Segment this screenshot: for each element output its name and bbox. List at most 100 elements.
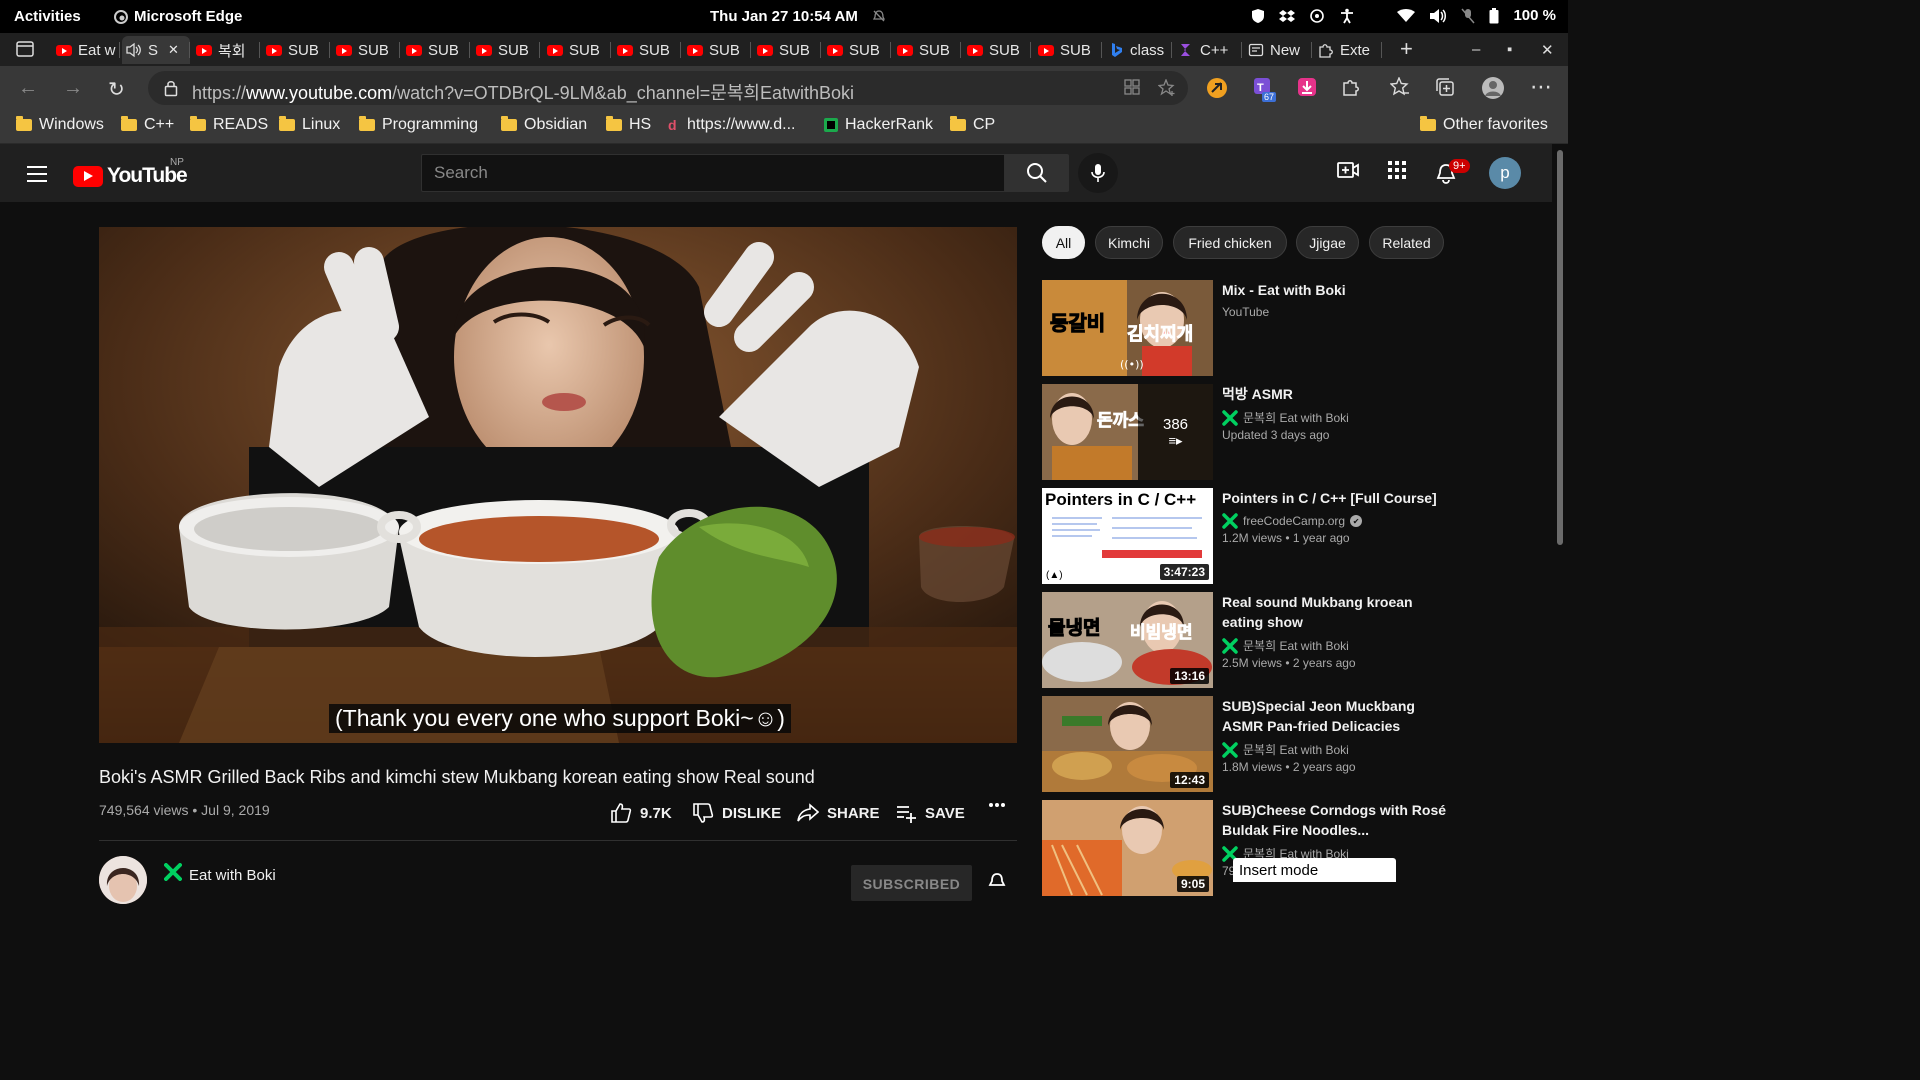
extension-notion[interactable]: T 67 (1253, 77, 1277, 102)
tab[interactable]: New (1244, 36, 1312, 64)
bookmark-item[interactable]: Obsidian (501, 116, 587, 134)
collections-icon[interactable] (1435, 77, 1455, 97)
close-window-button[interactable]: ✕ (1541, 41, 1554, 59)
minimize-button[interactable]: – (1472, 41, 1480, 58)
tab-actions-icon[interactable] (16, 41, 34, 57)
video-player[interactable] (99, 227, 1017, 743)
clock[interactable]: Thu Jan 27 10:54 AM (710, 8, 858, 25)
related-video-title[interactable]: Real sound Mukbang kroean eating show (1222, 592, 1452, 632)
tab[interactable]: 복회 (192, 36, 260, 64)
tab[interactable]: SUB (472, 36, 540, 64)
chip-jjigae[interactable]: Jjigae (1296, 226, 1359, 259)
close-tab-icon[interactable]: ✕ (168, 42, 179, 58)
bookmark-item[interactable]: C++ (121, 116, 174, 134)
like-button[interactable]: 9.7K (610, 802, 672, 824)
lock-icon[interactable] (164, 79, 178, 97)
video-thumbnail[interactable]: 등갈비 김치찌개 ((•)) (1042, 280, 1213, 376)
save-button[interactable]: SAVE (895, 802, 965, 824)
app-available-icon[interactable] (1124, 79, 1140, 95)
tab[interactable]: SUB (262, 36, 330, 64)
app-menu[interactable]: Microsoft Edge (114, 8, 242, 25)
chip-all[interactable]: All (1042, 226, 1085, 259)
notification-bell-small-icon[interactable] (988, 872, 1006, 892)
back-button[interactable]: ← (18, 77, 38, 100)
bookmark-item[interactable]: CP (950, 116, 995, 134)
tab[interactable]: SUB (963, 36, 1031, 64)
profile-icon[interactable] (1481, 76, 1505, 100)
dislike-button[interactable]: DISLIKE (692, 802, 781, 824)
related-video-title[interactable]: Pointers in C / C++ [Full Course] (1222, 488, 1452, 508)
bookmark-item[interactable]: READS (190, 116, 268, 134)
bookmark-item[interactable]: Windows (16, 116, 104, 134)
share-button[interactable]: SHARE (797, 802, 880, 824)
channel-name[interactable]: Eat with Boki (189, 867, 276, 884)
channel-row[interactable]: YouTube (1222, 305, 1452, 319)
other-favorites[interactable]: Other favorites (1420, 116, 1548, 134)
tab[interactable]: SUB (683, 36, 751, 64)
related-video-card[interactable]: 등갈비 김치찌개 ((•)) Mix - Eat with Boki YouTube (1042, 280, 1462, 376)
favorites-icon[interactable] (1390, 77, 1410, 97)
url-text[interactable]: https://www.youtube.com/watch?v=OTDBrQL-… (192, 79, 854, 105)
system-tray[interactable]: 100 % (1251, 7, 1556, 24)
channel-avatar[interactable] (99, 856, 147, 904)
extension-pink-icon[interactable] (1297, 77, 1317, 97)
tab[interactable]: SUB (613, 36, 681, 64)
tab[interactable]: SUB (753, 36, 821, 64)
related-video-title[interactable]: SUB)Special Jeon Muckbang ASMR Pan-fried… (1222, 696, 1452, 736)
extension-orange-icon[interactable] (1206, 77, 1228, 99)
related-video-title[interactable]: 먹방 ASMR (1222, 384, 1452, 404)
apps-grid-icon[interactable] (1388, 161, 1406, 179)
tab[interactable]: SUB (1034, 36, 1102, 64)
refresh-button[interactable]: ↻ (108, 77, 125, 102)
tab[interactable]: S ✕ (122, 36, 190, 64)
subscribe-button[interactable]: SUBSCRIBED (851, 865, 972, 901)
video-thumbnail[interactable]: 물냉면 비빔냉면 13:16 (1042, 592, 1213, 688)
tab[interactable]: SUB (332, 36, 400, 64)
video-thumbnail[interactable]: Pointers in C / C++ (▲) 3:47:23 (1042, 488, 1213, 584)
channel-row[interactable]: freeCodeCamp.org ✔ (1222, 513, 1452, 529)
tab[interactable]: class (1104, 36, 1172, 64)
bookmark-item[interactable]: Linux (279, 116, 340, 134)
bookmark-item[interactable]: Programming (359, 116, 478, 134)
video-thumbnail[interactable]: 12:43 (1042, 696, 1213, 792)
create-video-icon[interactable] (1337, 161, 1359, 179)
chip-fried-chicken[interactable]: Fried chicken (1173, 226, 1287, 259)
related-video-title[interactable]: SUB)Cheese Corndogs with Rosé Buldak Fir… (1222, 800, 1452, 840)
add-favorite-icon[interactable] (1158, 79, 1176, 97)
channel-row[interactable]: 문복희 Eat with Boki (1222, 741, 1452, 758)
search-button[interactable] (1005, 154, 1069, 192)
related-video-card[interactable]: Pointers in C / C++ (▲) 3:47:23 Pointers in… (1042, 488, 1462, 584)
chip-related[interactable]: Related (1369, 226, 1444, 259)
voice-search-button[interactable] (1078, 153, 1118, 193)
page-scrollbar[interactable] (1552, 144, 1568, 882)
tab[interactable]: SUB (402, 36, 470, 64)
account-avatar[interactable]: p (1489, 157, 1521, 189)
settings-and-more-button[interactable]: ⋯ (1530, 74, 1552, 100)
video-thumbnail[interactable]: 9:05 (1042, 800, 1213, 896)
tab[interactable]: Eat w (52, 36, 120, 64)
maximize-button[interactable]: ▪ (1507, 41, 1512, 58)
youtube-logo[interactable]: YouTube NP (73, 157, 188, 188)
bookmark-item[interactable]: d https://www.d... (668, 116, 795, 134)
forward-button[interactable]: → (63, 77, 83, 100)
bookmark-item[interactable]: HS (606, 116, 651, 134)
more-actions-button[interactable] (988, 802, 1006, 808)
bookmark-item[interactable]: HackerRank (824, 116, 933, 134)
search-box[interactable] (421, 154, 1005, 192)
extensions-puzzle-icon[interactable] (1341, 77, 1361, 97)
tab[interactable]: SUB (893, 36, 961, 64)
activities-button[interactable]: Activities (14, 8, 81, 25)
related-video-card[interactable]: 돈까스 386 ≡▸ 먹방 ASMR 문복희 Eat with Boki Updated … (1042, 384, 1462, 480)
related-video-title[interactable]: Mix - Eat with Boki (1222, 280, 1452, 300)
channel-row[interactable]: 문복희 Eat with Boki (1222, 409, 1452, 426)
related-video-card[interactable]: 12:43 SUB)Special Jeon Muckbang ASMR Pan-… (1042, 696, 1462, 792)
video-thumbnail[interactable]: 돈까스 386 ≡▸ (1042, 384, 1213, 480)
tab[interactable]: Exte (1314, 36, 1382, 64)
scrollbar-thumb[interactable] (1557, 150, 1563, 545)
chip-kimchi[interactable]: Kimchi (1095, 226, 1163, 259)
menu-icon[interactable] (27, 166, 47, 182)
address-bar[interactable]: https://www.youtube.com/watch?v=OTDBrQL-… (148, 71, 1188, 105)
new-tab-button[interactable]: + (1400, 36, 1413, 62)
related-video-card[interactable]: 물냉면 비빔냉면 13:16 Real sound Mukbang kroean ea… (1042, 592, 1462, 688)
tab[interactable]: C++ (1174, 36, 1242, 64)
